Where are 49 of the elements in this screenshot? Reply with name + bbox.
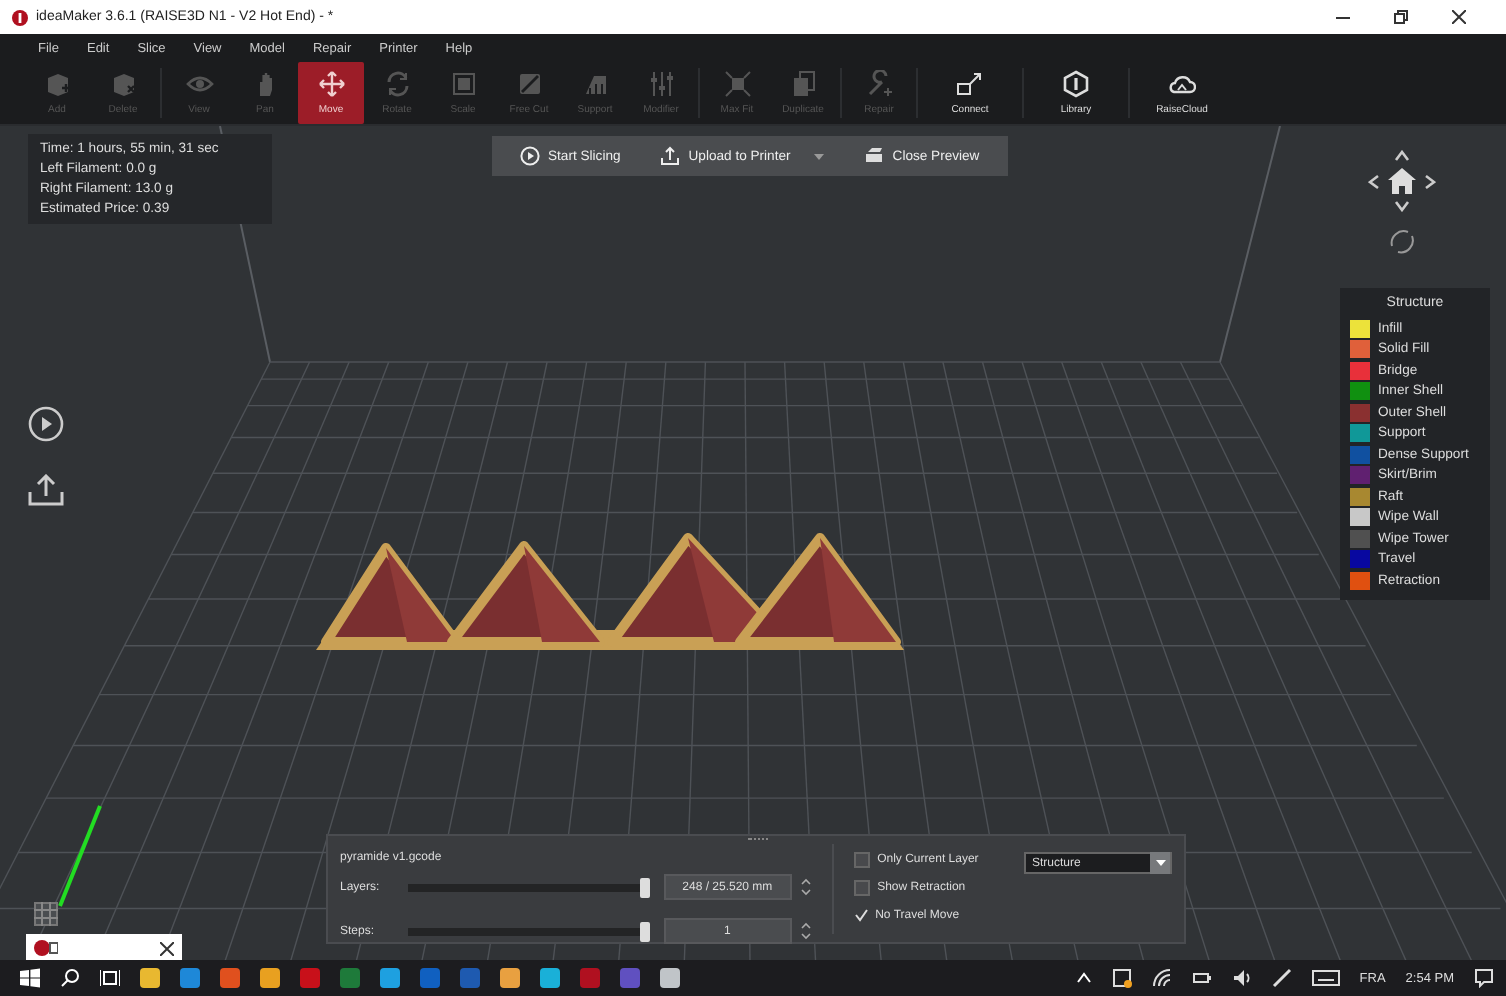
- wrench-plus-icon: [865, 70, 893, 98]
- home-icon[interactable]: [1388, 168, 1416, 194]
- play-circle-icon[interactable]: [28, 406, 64, 442]
- max-fit-icon: [723, 70, 751, 98]
- app-logo-icon: [12, 9, 28, 25]
- printer-icon: [864, 146, 885, 166]
- wifi-icon[interactable]: [1151, 968, 1172, 988]
- chevron-right-icon[interactable]: [1424, 173, 1436, 189]
- restore-icon[interactable]: [1394, 10, 1408, 24]
- support-block-icon: [581, 70, 609, 98]
- cube-plus-icon: [43, 70, 71, 98]
- battery-icon[interactable]: [1191, 968, 1212, 988]
- speaker-icon[interactable]: [1231, 968, 1252, 988]
- scale-square-icon: [449, 70, 477, 98]
- upload-icon[interactable]: [28, 474, 64, 506]
- hexagon-info-icon: [1062, 70, 1090, 98]
- caret-down-icon: [1155, 860, 1165, 866]
- app-logo-icon: [34, 940, 58, 956]
- notification-icon[interactable]: [1474, 968, 1494, 988]
- connect-device-icon: [956, 70, 984, 98]
- duplicate-pages-icon: [789, 70, 817, 98]
- keyboard-icon[interactable]: [1311, 970, 1340, 986]
- window-thumbnail[interactable]: [26, 934, 182, 960]
- windows-icon[interactable]: [20, 968, 40, 988]
- checkbox[interactable]: [853, 880, 870, 896]
- chevron-down-icon[interactable]: [1394, 200, 1410, 212]
- play-circle-icon: [520, 146, 540, 166]
- checkbox-checked[interactable]: [853, 908, 868, 922]
- move-arrows-icon: [317, 70, 345, 98]
- caret-down-icon: [814, 153, 825, 159]
- chevron-up-icon[interactable]: [1394, 150, 1410, 162]
- chevron-left-icon[interactable]: [1368, 173, 1380, 189]
- slashed-square-icon: [515, 70, 543, 98]
- upload-icon: [660, 146, 681, 166]
- axis-line: [58, 805, 102, 907]
- tray-app-icon[interactable]: [1111, 968, 1132, 988]
- spin-arrows-icon[interactable]: [799, 920, 812, 942]
- search-icon[interactable]: [60, 968, 80, 988]
- slider-thumb[interactable]: [639, 877, 650, 897]
- checkbox[interactable]: [853, 852, 870, 868]
- sliders-icon: [647, 70, 675, 98]
- close-icon[interactable]: [160, 941, 174, 955]
- slider-thumb[interactable]: [639, 921, 650, 941]
- cube-cross-icon: [109, 70, 137, 98]
- task-view-icon[interactable]: [100, 968, 120, 988]
- spin-arrows-icon[interactable]: [799, 876, 812, 898]
- rotate-arrows-icon: [383, 70, 411, 98]
- close-icon[interactable]: [1452, 10, 1466, 24]
- cloud-icon: [1168, 70, 1196, 98]
